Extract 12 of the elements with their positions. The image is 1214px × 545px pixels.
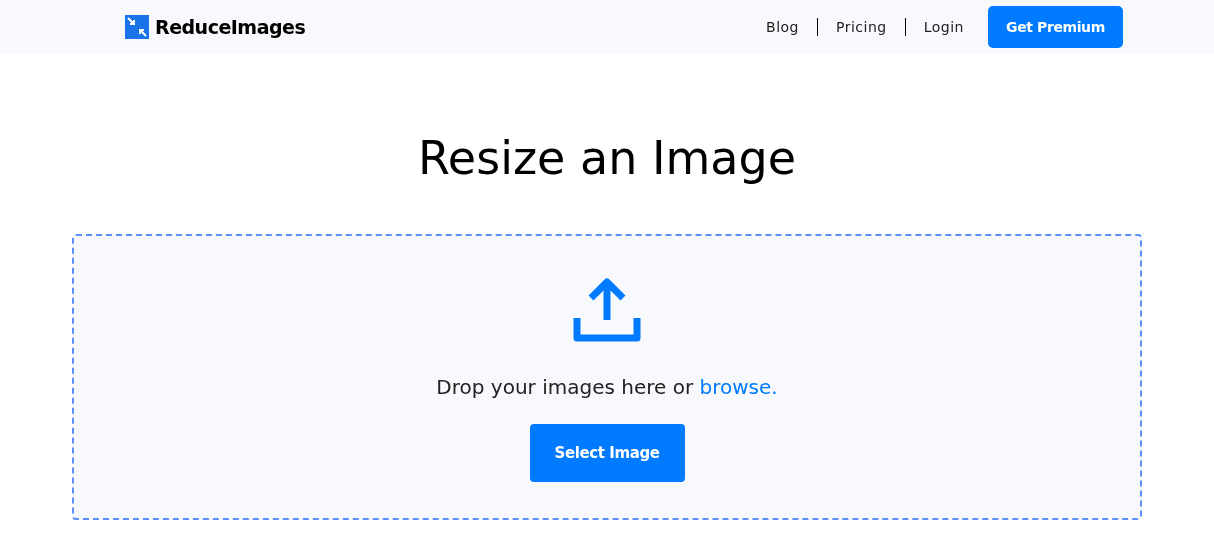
logo-text[interactable]: ReduceImages: [155, 12, 306, 42]
nav-link[interactable]: Login: [923, 16, 964, 38]
browse-link[interactable]: browse.: [699, 375, 778, 399]
drop-zone[interactable]: Drop your images here or browse. Select Image: [72, 234, 1142, 520]
nav-link[interactable]: Pricing: [836, 16, 887, 38]
upload-icon: [573, 276, 641, 344]
logo-icon: [125, 15, 149, 39]
nav-link[interactable]: Blog: [766, 16, 799, 38]
page-title: Resize an Image: [416, 130, 797, 187]
select-image-button[interactable]: Select Image: [529, 424, 685, 482]
drop-instructions: Drop your images here or browse.: [436, 374, 778, 401]
get-premium-button[interactable]: Get Premium: [988, 6, 1123, 48]
